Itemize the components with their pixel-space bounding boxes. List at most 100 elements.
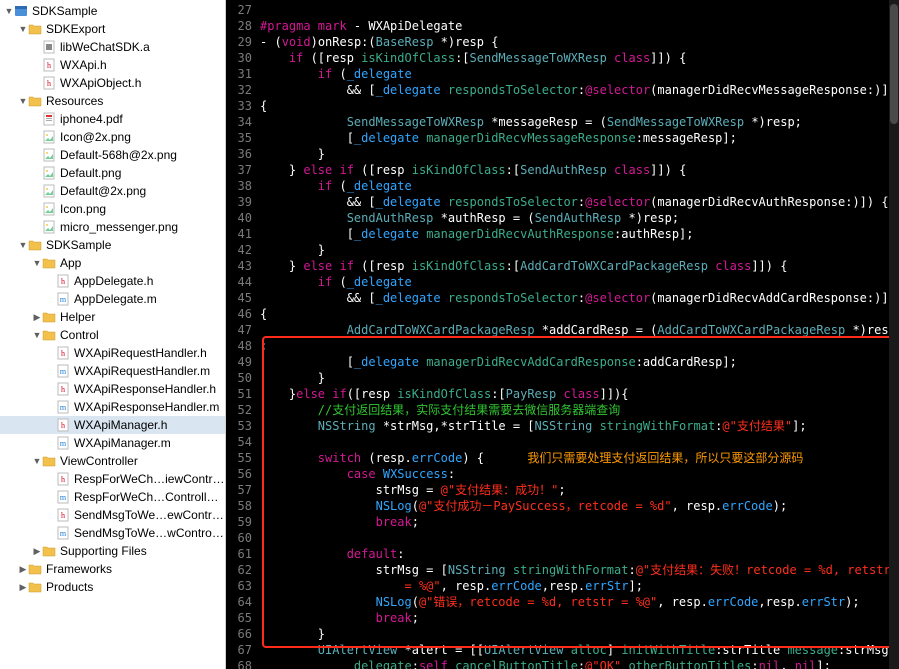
code-line[interactable]: ; [260,338,899,354]
code-line[interactable]: if (_delegate [260,178,899,194]
disclosure-triangle-icon[interactable]: ▼ [18,92,28,110]
tree-item[interactable]: ▶Icon.png [0,200,225,218]
code-line[interactable]: default: [260,546,899,562]
code-line[interactable]: UIAlertView *alert = [[UIAlertView alloc… [260,642,899,658]
tree-item[interactable]: ▶hWXApiResponseHandler.h [0,380,225,398]
code-content[interactable]: #pragma mark - WXApiDelegate- (void)onRe… [260,0,899,669]
code-line[interactable]: }else if([resp isKindOfClass:[PayResp cl… [260,386,899,402]
svg-text:m: m [60,295,67,304]
tree-item[interactable]: ▶hRespForWeCh…iewController.h [0,470,225,488]
file-navigator[interactable]: ▼SDKSample▼SDKExport▶libWeChatSDK.a▶hWXA… [0,0,226,669]
tree-item[interactable]: ▶Frameworks [0,560,225,578]
tree-item[interactable]: ▶mRespForWeCh…Controller.mm [0,488,225,506]
code-line[interactable]: break; [260,610,899,626]
tree-item[interactable]: ▶hWXApiManager.h [0,416,225,434]
disclosure-none: ▶ [46,272,56,290]
tree-item[interactable]: ▼ SDKSample [0,2,225,20]
code-line[interactable]: if (_delegate [260,66,899,82]
code-editor[interactable]: 2728293031323334353637383940414243444546… [226,0,899,669]
tree-item[interactable]: ▶Products [0,578,225,596]
code-line[interactable]: if ([resp isKindOfClass:[SendMessageToWX… [260,50,899,66]
folder-icon [28,94,42,108]
code-line[interactable]: && [_delegate respondsToSelector:@select… [260,194,899,210]
disclosure-triangle-icon[interactable]: ▼ [32,452,42,470]
scrollbar[interactable] [889,0,899,669]
code-line[interactable] [260,530,899,546]
disclosure-triangle-icon[interactable]: ▼ [18,20,28,38]
code-line[interactable]: delegate:self cancelButtonTitle:@"OK" ot… [260,658,899,669]
tree-item[interactable]: ▶micro_messenger.png [0,218,225,236]
code-line[interactable]: && [_delegate respondsToSelector:@select… [260,290,899,306]
code-line[interactable]: [_delegate managerDidRecvAddCardResponse… [260,354,899,370]
code-line[interactable]: { [260,98,899,114]
tree-item[interactable]: ▼Resources [0,92,225,110]
code-line[interactable]: } [260,146,899,162]
disclosure-triangle-icon[interactable]: ▼ [32,326,42,344]
line-number: 51 [226,386,258,402]
tree-item[interactable]: ▶hWXApiRequestHandler.h [0,344,225,362]
code-line[interactable]: SendAuthResp *authResp = (SendAuthResp *… [260,210,899,226]
tree-item[interactable]: ▶Default-568h@2x.png [0,146,225,164]
disclosure-triangle-icon[interactable]: ▶ [32,542,42,560]
code-line[interactable]: && [_delegate respondsToSelector:@select… [260,82,899,98]
code-line[interactable]: strMsg = [NSString stringWithFormat:@"支付… [260,562,899,578]
code-line[interactable]: } else if ([resp isKindOfClass:[AddCardT… [260,258,899,274]
code-line[interactable]: AddCardToWXCardPackageResp *addCardResp … [260,322,899,338]
tree-item[interactable]: ▶Icon@2x.png [0,128,225,146]
code-line[interactable]: = %@", resp.errCode,resp.errStr]; [260,578,899,594]
code-line[interactable]: } [260,242,899,258]
code-line[interactable]: } [260,626,899,642]
code-line[interactable]: SendMessageToWXResp *messageResp = (Send… [260,114,899,130]
tree-item[interactable]: ▶mWXApiManager.m [0,434,225,452]
tree-item[interactable]: ▶Supporting Files [0,542,225,560]
tree-item[interactable]: ▶Helper [0,308,225,326]
tree-item[interactable]: ▼SDKExport [0,20,225,38]
tree-item[interactable]: ▼App [0,254,225,272]
tree-item[interactable]: ▶hSendMsgToWe…ewController.h [0,506,225,524]
tree-item[interactable]: ▶hWXApiObject.h [0,74,225,92]
tree-item[interactable]: ▶Default@2x.png [0,182,225,200]
disclosure-triangle-icon[interactable]: ▼ [4,2,14,20]
disclosure-triangle-icon[interactable]: ▶ [18,578,28,596]
tree-item[interactable]: ▶mAppDelegate.m [0,290,225,308]
tree-item-label: SDKSample [32,2,225,20]
tree-item[interactable]: ▶mSendMsgToWe…wController.m [0,524,225,542]
code-line[interactable]: [_delegate managerDidRecvMessageResponse… [260,130,899,146]
tree-item[interactable]: ▶mWXApiRequestHandler.m [0,362,225,380]
code-line[interactable]: //支付返回结果，实际支付结果需要去微信服务器端查询 [260,402,899,418]
code-line[interactable]: case WXSuccess: [260,466,899,482]
tree-item[interactable]: ▼Control [0,326,225,344]
code-line[interactable] [260,434,899,450]
tree-item[interactable]: ▶Default.png [0,164,225,182]
tree-item[interactable]: ▶mWXApiResponseHandler.m [0,398,225,416]
tree-item-label: SDKSample [46,236,225,254]
tree-item[interactable]: ▼ViewController [0,452,225,470]
tree-item[interactable]: ▼ SDKSample [0,236,225,254]
line-number: 32 [226,82,258,98]
disclosure-triangle-icon[interactable]: ▼ [18,236,28,254]
code-line[interactable]: } else if ([resp isKindOfClass:[SendAuth… [260,162,899,178]
code-line[interactable]: if (_delegate [260,274,899,290]
code-line[interactable]: NSLog(@"错误，retcode = %d, retstr = %@", r… [260,594,899,610]
disclosure-triangle-icon[interactable]: ▼ [32,254,42,272]
tree-item[interactable]: ▶hWXApi.h [0,56,225,74]
code-line[interactable]: [_delegate managerDidRecvAuthResponse:au… [260,226,899,242]
tree-item[interactable]: ▶libWeChatSDK.a [0,38,225,56]
code-line[interactable]: { [260,306,899,322]
disclosure-triangle-icon[interactable]: ▶ [18,560,28,578]
code-line[interactable] [260,2,899,18]
code-line[interactable]: - (void)onResp:(BaseResp *)resp { [260,34,899,50]
pdf-icon [42,112,56,126]
code-line[interactable]: NSLog(@"支付成功－PaySuccess，retcode = %d", r… [260,498,899,514]
scrollbar-thumb[interactable] [890,4,898,124]
tree-item[interactable]: ▶hAppDelegate.h [0,272,225,290]
code-line[interactable]: strMsg = @"支付结果：成功！"; [260,482,899,498]
line-number: 52 [226,402,258,418]
code-line[interactable]: switch (resp.errCode) { 我们只需要处理支付返回结果，所以… [260,450,899,466]
code-line[interactable]: NSString *strMsg,*strTitle = [NSString s… [260,418,899,434]
code-line[interactable]: } [260,370,899,386]
code-line[interactable]: #pragma mark - WXApiDelegate [260,18,899,34]
tree-item[interactable]: ▶iphone4.pdf [0,110,225,128]
disclosure-triangle-icon[interactable]: ▶ [32,308,42,326]
code-line[interactable]: break; [260,514,899,530]
